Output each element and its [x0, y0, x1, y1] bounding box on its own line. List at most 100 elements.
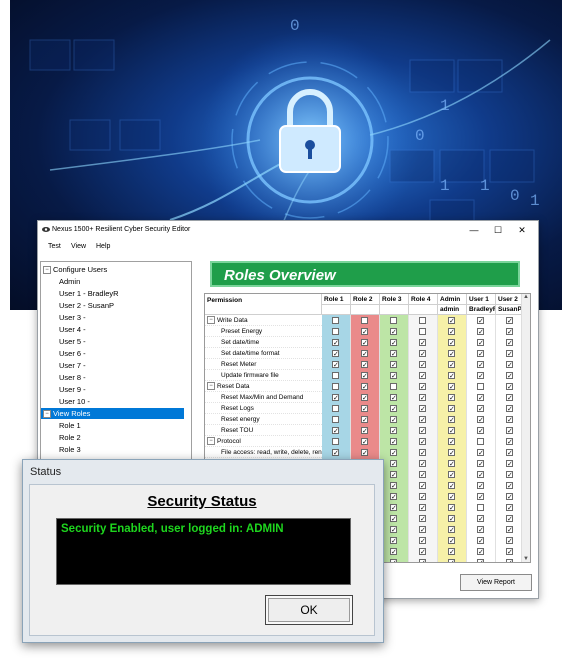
permission-checkbox[interactable]: ✓	[390, 405, 397, 413]
permission-checkbox[interactable]: ✓	[448, 328, 455, 336]
permission-checkbox[interactable]: ✓	[390, 504, 397, 512]
permission-checkbox[interactable]: ✓	[448, 493, 455, 501]
tree-user-admin[interactable]: Admin	[59, 276, 80, 287]
permission-checkbox[interactable]: ✓	[390, 515, 397, 523]
permission-checkbox[interactable]: ✓	[390, 416, 397, 424]
tree-user-3[interactable]: User 3 -	[59, 312, 86, 323]
permission-checkbox[interactable]: ✓	[448, 394, 455, 402]
permission-checkbox[interactable]: ✓	[477, 416, 484, 424]
permission-checkbox[interactable]: ✓	[506, 317, 513, 325]
permission-checkbox[interactable]: ✓	[448, 449, 455, 457]
permission-checkbox[interactable]: ✓	[448, 339, 455, 347]
permission-checkbox[interactable]: ✓	[506, 526, 513, 534]
collapse-icon[interactable]: −	[207, 316, 215, 325]
permission-checkbox[interactable]: ✓	[361, 438, 368, 446]
collapse-icon[interactable]: −	[43, 410, 51, 419]
permission-checkbox[interactable]	[332, 372, 339, 379]
permission-checkbox[interactable]: ✓	[506, 515, 513, 523]
permission-checkbox[interactable]: ✓	[419, 460, 426, 468]
permission-checkbox[interactable]: ✓	[506, 328, 513, 336]
permission-checkbox[interactable]	[332, 438, 339, 445]
permission-checkbox[interactable]: ✓	[390, 537, 397, 545]
permission-checkbox[interactable]: ✓	[390, 361, 397, 369]
permission-checkbox[interactable]: ✓	[361, 339, 368, 347]
permission-checkbox[interactable]: ✓	[506, 350, 513, 358]
permission-checkbox[interactable]: ✓	[477, 526, 484, 534]
permission-checkbox[interactable]: ✓	[477, 471, 484, 479]
permission-checkbox[interactable]: ✓	[419, 405, 426, 413]
permission-checkbox[interactable]: ✓	[390, 548, 397, 556]
permission-checkbox[interactable]: ✓	[361, 383, 368, 391]
tree-role-1[interactable]: Role 1	[59, 420, 81, 431]
permission-checkbox[interactable]: ✓	[419, 471, 426, 479]
grid-scrollbar[interactable]: ▲ ▼	[521, 294, 530, 562]
permission-checkbox[interactable]: ✓	[419, 427, 426, 435]
permission-checkbox[interactable]: ✓	[390, 449, 397, 457]
permission-checkbox[interactable]: ✓	[332, 339, 339, 347]
permission-checkbox[interactable]: ✓	[506, 449, 513, 457]
permission-checkbox[interactable]: ✓	[448, 537, 455, 545]
permission-checkbox[interactable]: ✓	[506, 493, 513, 501]
permission-checkbox[interactable]: ✓	[477, 405, 484, 413]
permission-checkbox[interactable]: ✓	[419, 350, 426, 358]
permission-checkbox[interactable]: ✓	[448, 504, 455, 512]
permission-checkbox[interactable]: ✓	[332, 427, 339, 435]
permission-checkbox[interactable]: ✓	[448, 416, 455, 424]
permission-checkbox[interactable]: ✓	[419, 515, 426, 523]
tree-user-8[interactable]: User 8 -	[59, 372, 86, 383]
permission-checkbox[interactable]: ✓	[419, 504, 426, 512]
permission-checkbox[interactable]: ✓	[419, 438, 426, 446]
permission-checkbox[interactable]: ✓	[448, 317, 455, 325]
ok-button[interactable]: OK	[265, 595, 353, 625]
permission-checkbox[interactable]	[332, 383, 339, 390]
permission-checkbox[interactable]: ✓	[477, 317, 484, 325]
permission-checkbox[interactable]: ✓	[448, 405, 455, 413]
permission-checkbox[interactable]	[390, 383, 397, 390]
permission-checkbox[interactable]: ✓	[506, 339, 513, 347]
tree-user-7[interactable]: User 7 -	[59, 360, 86, 371]
tree-role-2[interactable]: Role 2	[59, 432, 81, 443]
menu-view[interactable]: View	[71, 243, 86, 250]
permission-checkbox[interactable]: ✓	[448, 350, 455, 358]
permission-checkbox[interactable]: ✓	[390, 493, 397, 501]
permission-checkbox[interactable]: ✓	[361, 361, 368, 369]
permission-checkbox[interactable]: ✓	[361, 394, 368, 402]
permission-checkbox[interactable]: ✓	[390, 427, 397, 435]
permission-checkbox[interactable]: ✓	[477, 559, 484, 562]
permission-checkbox[interactable]: ✓	[477, 515, 484, 523]
collapse-icon[interactable]: −	[43, 266, 51, 275]
permission-checkbox[interactable]: ✓	[332, 449, 339, 457]
permission-checkbox[interactable]: ✓	[506, 482, 513, 490]
permission-checkbox[interactable]: ✓	[390, 328, 397, 336]
tree-user-5[interactable]: User 5 -	[59, 336, 86, 347]
permission-checkbox[interactable]: ✓	[448, 548, 455, 556]
title-bar[interactable]: Nexus 1500+ Resilient Cyber Security Edi…	[38, 221, 538, 239]
permission-checkbox[interactable]: ✓	[448, 383, 455, 391]
tree-view-roles[interactable]: − View Roles	[41, 408, 184, 419]
permission-checkbox[interactable]	[332, 416, 339, 423]
permission-group[interactable]: − Protocol	[205, 436, 322, 447]
permission-checkbox[interactable]: ✓	[390, 559, 397, 562]
permission-checkbox[interactable]: ✓	[477, 460, 484, 468]
permission-checkbox[interactable]: ✓	[506, 504, 513, 512]
tree-user-2[interactable]: User 2 - SusanP	[59, 300, 114, 311]
permission-checkbox[interactable]: ✓	[390, 350, 397, 358]
permission-checkbox[interactable]: ✓	[332, 350, 339, 358]
permission-checkbox[interactable]: ✓	[448, 515, 455, 523]
permission-group[interactable]: − Reset Data	[205, 381, 322, 392]
permission-checkbox[interactable]: ✓	[419, 449, 426, 457]
permission-checkbox[interactable]: ✓	[390, 438, 397, 446]
permission-checkbox[interactable]	[390, 317, 397, 324]
permission-checkbox[interactable]	[477, 438, 484, 445]
permission-checkbox[interactable]: ✓	[506, 559, 513, 562]
permission-checkbox[interactable]	[332, 317, 339, 324]
permission-checkbox[interactable]: ✓	[477, 361, 484, 369]
tree-user-1[interactable]: User 1 - BradleyR	[59, 288, 119, 299]
permission-checkbox[interactable]: ✓	[506, 471, 513, 479]
permission-checkbox[interactable]: ✓	[332, 394, 339, 402]
permission-checkbox[interactable]: ✓	[477, 482, 484, 490]
permission-checkbox[interactable]: ✓	[448, 361, 455, 369]
permission-checkbox[interactable]: ✓	[477, 394, 484, 402]
permission-checkbox[interactable]: ✓	[390, 471, 397, 479]
permission-checkbox[interactable]: ✓	[506, 460, 513, 468]
